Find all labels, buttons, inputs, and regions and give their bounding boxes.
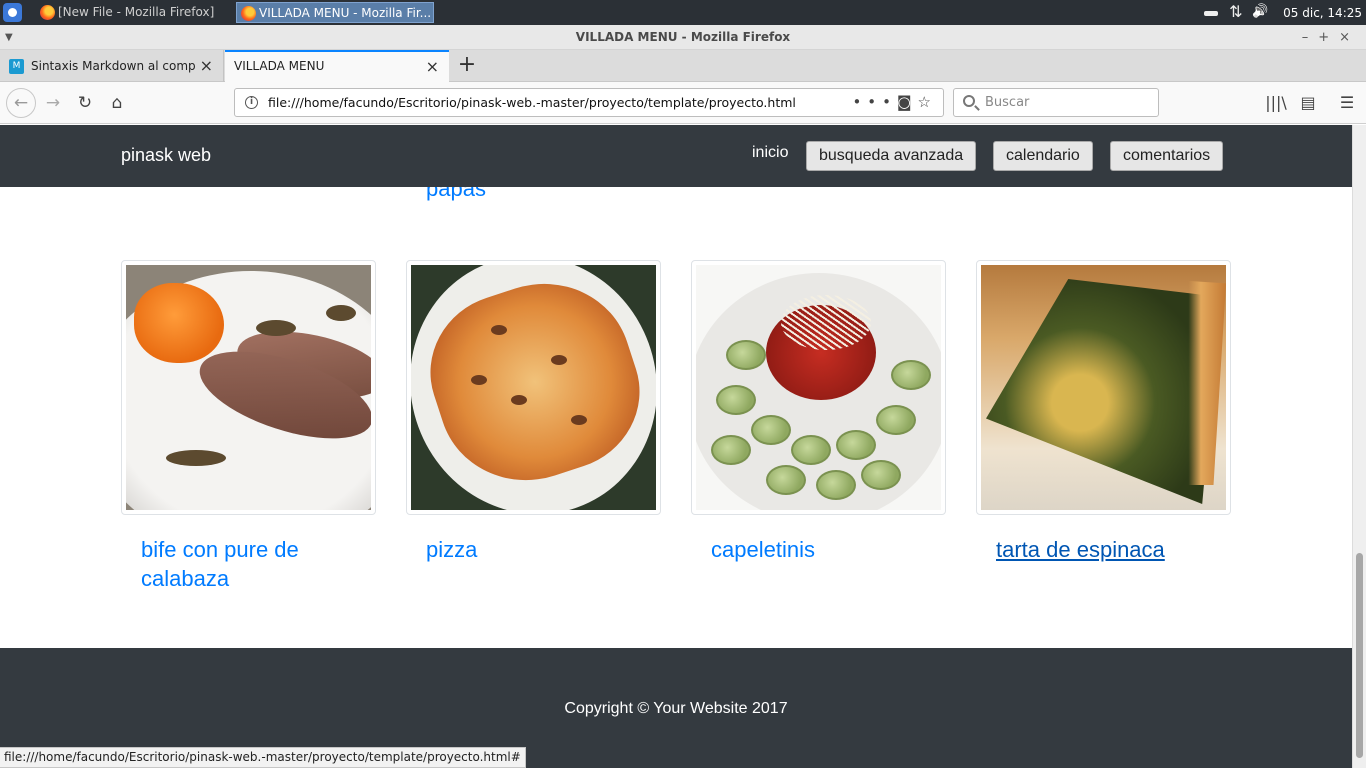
volume-icon[interactable] xyxy=(1252,5,1270,21)
search-placeholder: Buscar xyxy=(985,95,1030,110)
card-title-pizza[interactable]: pizza xyxy=(426,535,646,564)
card-title-bife[interactable]: bife con pure de calabaza xyxy=(141,535,361,593)
status-bar-link: file:///home/facundo/Escritorio/pinask-w… xyxy=(0,747,526,768)
taskbar-item-villada-menu[interactable]: VILLADA MENU - Mozilla Fir... xyxy=(236,2,434,23)
card-title-tarta[interactable]: tarta de espinaca xyxy=(996,535,1216,564)
tab-villada-menu[interactable]: VILLADA MENU × xyxy=(225,50,449,82)
tab-label: Sintaxis Markdown al complet xyxy=(31,59,196,73)
scrollbar-thumb[interactable] xyxy=(1356,553,1363,758)
calendario-button[interactable]: calendario xyxy=(993,141,1093,171)
sidebar-button[interactable]: ▤ xyxy=(1294,88,1322,118)
library-button[interactable]: |||\ xyxy=(1262,88,1290,118)
close-icon[interactable]: × xyxy=(1339,30,1360,45)
url-actions: •••◙☆ xyxy=(852,89,937,116)
search-input[interactable]: Buscar xyxy=(953,88,1159,117)
markdown-favicon-icon: M xyxy=(9,59,24,74)
pizza-on-plate-image xyxy=(411,265,656,510)
forward-button[interactable]: → xyxy=(38,88,68,118)
system-taskbar: [New File - Mozilla Firefox] VILLADA MEN… xyxy=(0,0,1366,25)
card-image-pizza[interactable] xyxy=(406,260,661,515)
maximize-icon[interactable]: + xyxy=(1318,30,1339,45)
tab-label: VILLADA MENU xyxy=(234,59,325,73)
url-text[interactable]: file:///home/facundo/Escritorio/pinask-w… xyxy=(268,95,796,110)
taskbar-item-label: [New File - Mozilla Firefox] xyxy=(58,5,215,19)
page-info-icon[interactable]: i xyxy=(245,96,258,109)
nav-link-inicio[interactable]: inicio xyxy=(752,144,788,162)
home-button[interactable]: ⌂ xyxy=(102,88,132,118)
capeletti-image xyxy=(696,265,941,510)
tab-bar: M Sintaxis Markdown al complet × VILLADA… xyxy=(0,50,1366,82)
copyright-text: Copyright © Your Website 2017 xyxy=(564,700,788,717)
back-button[interactable]: ← xyxy=(6,88,36,118)
window-title-bar: ▼ VILLADA MENU - Mozilla Firefox –+× xyxy=(0,25,1366,50)
taskbar-item-new-file[interactable]: [New File - Mozilla Firefox] xyxy=(36,2,226,23)
page-actions-icon[interactable]: ••• xyxy=(852,93,897,111)
firefox-icon xyxy=(241,6,256,21)
page-viewport: pinask web inicio busqueda avanzada cale… xyxy=(0,125,1352,768)
page-scrollbar[interactable] xyxy=(1352,125,1366,768)
firefox-icon xyxy=(40,5,55,20)
navigation-toolbar: ← → ↻ ⌂ i file:///home/facundo/Escritori… xyxy=(0,82,1366,124)
power-plug-icon[interactable] xyxy=(1202,5,1220,21)
taskbar-item-label: VILLADA MENU - Mozilla Fir... xyxy=(259,6,432,20)
pocket-icon[interactable]: ◙ xyxy=(897,93,918,111)
app-menu-icon[interactable] xyxy=(3,3,22,22)
card-image-capeletinis[interactable] xyxy=(691,260,946,515)
reload-button[interactable]: ↻ xyxy=(70,88,100,118)
steak-with-squash-puree-image xyxy=(126,265,371,510)
tab-markdown[interactable]: M Sintaxis Markdown al complet × xyxy=(0,50,224,82)
site-navbar: pinask web inicio busqueda avanzada cale… xyxy=(0,125,1352,187)
spinach-tart-image xyxy=(981,265,1226,510)
search-icon xyxy=(963,95,975,107)
hamburger-menu-icon[interactable]: ☰ xyxy=(1333,88,1361,118)
card-image-tarta[interactable] xyxy=(976,260,1231,515)
clock[interactable]: 05 dic, 14:25 xyxy=(1283,6,1362,20)
site-brand[interactable]: pinask web xyxy=(121,145,211,166)
network-icon[interactable] xyxy=(1227,2,1245,21)
card-image-bife[interactable] xyxy=(121,260,376,515)
new-tab-button[interactable]: + xyxy=(455,50,479,82)
comentarios-button[interactable]: comentarios xyxy=(1110,141,1224,171)
minimize-icon[interactable]: – xyxy=(1302,30,1319,45)
card-title-capeletinis[interactable]: capeletinis xyxy=(711,535,931,564)
bookmark-star-icon[interactable]: ☆ xyxy=(918,93,937,111)
window-title: VILLADA MENU - Mozilla Firefox xyxy=(575,30,791,44)
busqueda-avanzada-button[interactable]: busqueda avanzada xyxy=(806,141,977,171)
close-tab-icon[interactable]: × xyxy=(200,50,213,82)
system-tray: 05 dic, 14:25 xyxy=(1202,0,1366,25)
window-controls: –+× xyxy=(1302,25,1360,50)
url-bar[interactable]: i file:///home/facundo/Escritorio/pinask… xyxy=(234,88,944,117)
window-menu-icon[interactable]: ▼ xyxy=(5,25,13,50)
close-tab-icon[interactable]: × xyxy=(426,52,439,81)
